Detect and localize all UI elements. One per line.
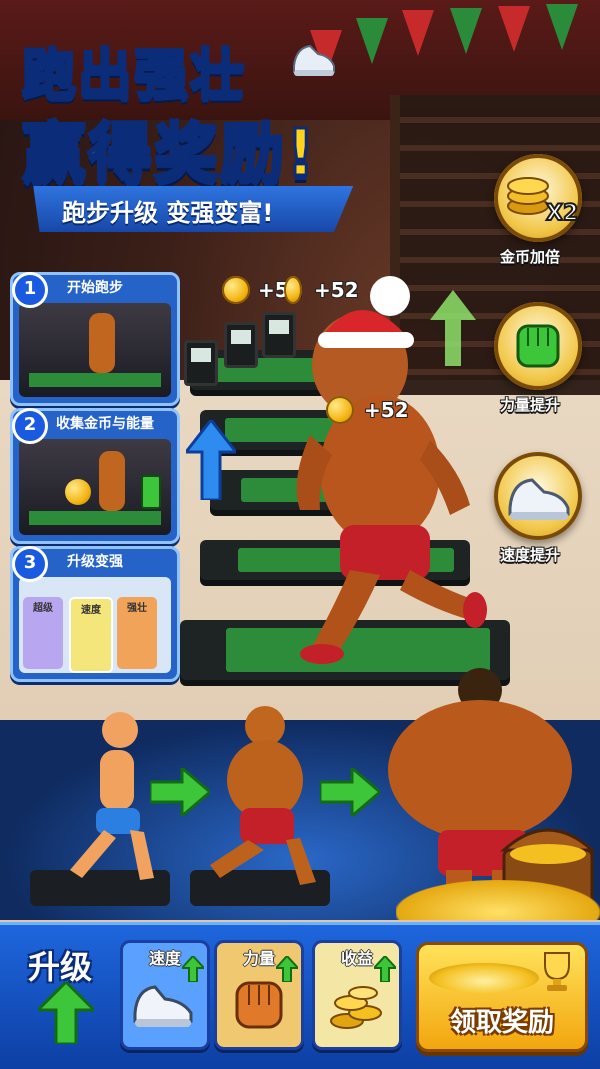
coin-icon (326, 396, 354, 424)
coin-icon (284, 276, 302, 304)
blue-up-arrow-icon (186, 420, 236, 500)
upgrade-arrow-icon (276, 956, 298, 982)
step-number: 2 (12, 408, 48, 444)
subtitle-text: 跑步升级 变强变富! (62, 199, 274, 227)
step-number: 3 (12, 546, 48, 582)
green-up-arrow-icon (38, 982, 94, 1044)
trophy-icon (544, 952, 570, 991)
sneaker-icon (508, 478, 570, 520)
claim-reward-label: 领取奖励 (449, 1008, 554, 1038)
step-image (19, 303, 171, 397)
booster-label: 金币加倍 (500, 248, 561, 266)
coin-heap (429, 963, 539, 993)
treadmill-console (224, 322, 258, 368)
coin-stack-x2-icon: X2 (507, 177, 579, 227)
x2-badge: X2 (546, 201, 578, 226)
evolve-arrow-icon (320, 768, 380, 816)
upgrade-card-mini: 超级 (23, 597, 63, 669)
bunting-flags (310, 0, 600, 80)
coin-icon (222, 276, 250, 304)
upgrade-card-mini: 强壮 (117, 597, 157, 669)
title-line-1: 跑出强壮 (21, 42, 246, 108)
upgrade-arrow-icon (182, 956, 204, 982)
coin-pile-icon (330, 986, 382, 1029)
coin-reward-text: +52 (364, 398, 409, 422)
coin-reward-text: +52 (314, 278, 359, 302)
speed-booster[interactable] (494, 452, 582, 540)
claim-reward-button[interactable]: 领取奖励 (416, 942, 588, 1052)
title-line-2: 赢得奖励! (20, 116, 318, 193)
fist-icon (235, 981, 283, 1029)
step-number: 1 (12, 272, 48, 308)
fist-icon (516, 324, 560, 368)
runner-character (296, 276, 487, 664)
strength-booster[interactable] (494, 302, 582, 390)
booster-label: 速度提升 (500, 546, 561, 564)
sneaker-icon (293, 44, 335, 76)
upgrade-card-mini: 速度 (69, 597, 113, 673)
evolve-arrow-icon (150, 768, 210, 816)
treadmill-console (184, 340, 218, 386)
booster-label: 力量提升 (500, 396, 561, 414)
coin-double-booster[interactable]: X2 (494, 154, 582, 242)
upgrade-arrow-icon (374, 956, 396, 982)
step-image (19, 439, 171, 535)
sneaker-icon (133, 985, 193, 1027)
step-image: 超级 速度 强壮 (19, 577, 171, 673)
gold-coin-pile (396, 880, 600, 920)
